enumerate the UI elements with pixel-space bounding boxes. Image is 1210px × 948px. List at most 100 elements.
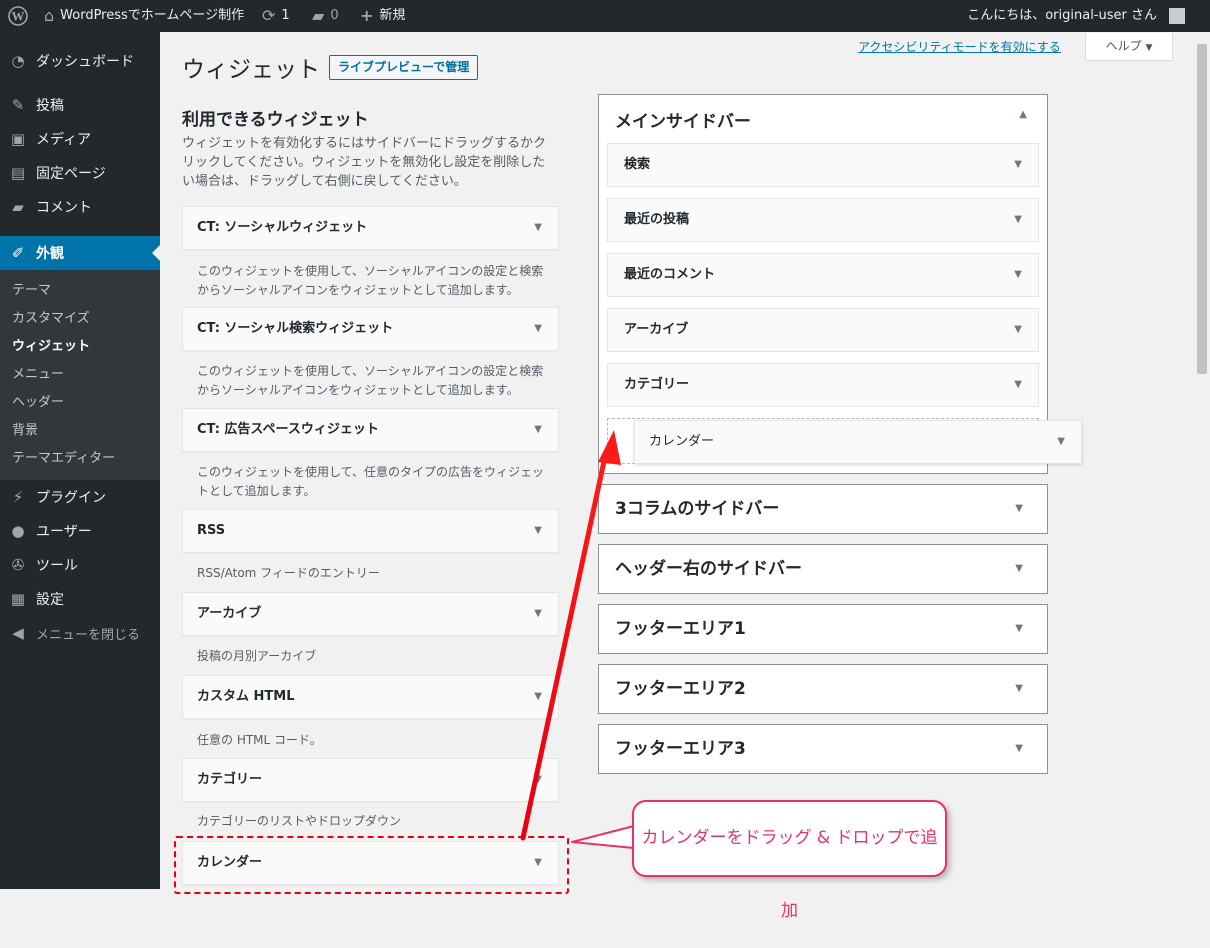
widget-title: カレンダー	[649, 434, 715, 449]
admin-bar: W ⌂ WordPressでホームページ制作 ⟳ 1 ▰ 0 + 新規 こんにち…	[0, 0, 1210, 32]
menu-label: 投稿	[36, 98, 64, 114]
submenu-widgets[interactable]: ウィジェット	[12, 333, 90, 361]
submenu-menus[interactable]: メニュー	[12, 361, 64, 389]
menu-users[interactable]: ● ユーザー	[0, 514, 160, 548]
widget-toggle-arrow-icon[interactable]: ▼	[1014, 144, 1022, 186]
live-preview-button[interactable]: ライブプレビューで管理	[329, 55, 479, 80]
submenu-header[interactable]: ヘッダー	[12, 389, 64, 417]
menu-comments[interactable]: ▰ コメント	[0, 190, 160, 224]
widget-toggle-arrow-icon[interactable]: ▼	[1014, 364, 1022, 406]
menu-media[interactable]: ▣ メディア	[0, 122, 160, 156]
sidebar-footer-2[interactable]: フッターエリア2 ▼	[598, 664, 1048, 714]
widget-title: CT: ソーシャルウィジェット	[197, 220, 368, 235]
widget-toggle-arrow-icon[interactable]: ▼	[534, 759, 542, 801]
dragging-widget-calendar[interactable]: カレンダー ▼	[634, 420, 1082, 464]
media-icon: ▣	[10, 130, 26, 148]
home-icon: ⌂	[44, 6, 55, 25]
widget-toggle-arrow-icon[interactable]: ▼	[1014, 309, 1022, 351]
sidebar-title[interactable]: メインサイドバー	[615, 107, 751, 132]
sidebar-footer-1[interactable]: フッターエリア1 ▼	[598, 604, 1048, 654]
submenu-customize[interactable]: カスタマイズ	[12, 305, 90, 333]
widget-description: このウィジェットを使用して、任意のタイプの広告をウィジェットとして追加します。	[197, 465, 545, 498]
my-account-link[interactable]: こんにちは、original-user さん	[967, 0, 1185, 32]
sidebar-header-right[interactable]: ヘッダー右のサイドバー ▼	[598, 544, 1048, 594]
expand-arrow-icon[interactable]: ▼	[1015, 485, 1023, 533]
widget-toggle-arrow-icon[interactable]: ▼	[1014, 254, 1022, 296]
widget-custom-html[interactable]: カスタム HTML ▼	[182, 675, 559, 719]
sidebar-title: フッターエリア1	[615, 619, 746, 639]
widget-title: CT: ソーシャル検索ウィジェット	[197, 321, 394, 336]
menu-appearance[interactable]: ✐ 外観	[0, 236, 160, 270]
sidebar-title: フッターエリア3	[615, 739, 746, 759]
widget-description: このウィジェットを使用して、ソーシャルアイコンの設定と検索からソーシャルアイコン…	[197, 264, 544, 297]
accessibility-mode-link[interactable]: アクセシビリティモードを有効にする	[858, 38, 1061, 55]
widget-ct-social-search[interactable]: CT: ソーシャル検索ウィジェット ▼	[182, 307, 559, 351]
sidebar-widget-categories[interactable]: カテゴリー ▼	[607, 363, 1039, 407]
site-name-link[interactable]: ⌂ WordPressでホームページ制作	[44, 0, 244, 32]
widget-archives[interactable]: アーカイブ ▼	[182, 592, 559, 636]
page-scrollbar[interactable]	[1195, 32, 1210, 889]
menu-plugins[interactable]: ⚡ プラグイン	[0, 480, 160, 514]
sidebar-footer-3[interactable]: フッターエリア3 ▼	[598, 724, 1048, 774]
sidebar-widget-recent-posts[interactable]: 最近の投稿 ▼	[607, 198, 1039, 242]
paintbrush-icon: ✐	[11, 244, 25, 262]
widget-toggle-arrow-icon[interactable]: ▼	[534, 676, 542, 718]
highlight-box	[174, 836, 569, 894]
menu-label: プラグイン	[36, 490, 106, 506]
settings-icon: ▦	[10, 590, 26, 608]
help-label: ヘルプ	[1105, 39, 1142, 53]
expand-arrow-icon[interactable]: ▼	[1015, 545, 1023, 593]
menu-posts[interactable]: ✎ 投稿	[0, 88, 160, 122]
plus-icon: +	[360, 6, 374, 25]
menu-dashboard[interactable]: ◔ ダッシュボード	[0, 44, 160, 78]
expand-arrow-icon[interactable]: ▼	[1015, 665, 1023, 713]
dashboard-icon: ◔	[11, 52, 25, 70]
widget-toggle-arrow-icon[interactable]: ▼	[534, 207, 542, 249]
widget-toggle-arrow-icon[interactable]: ▼	[534, 593, 542, 635]
scrollbar-thumb[interactable]	[1197, 44, 1207, 374]
menu-label: ツール	[36, 558, 78, 574]
expand-arrow-icon[interactable]: ▼	[1015, 725, 1023, 773]
widget-rss[interactable]: RSS ▼	[182, 509, 559, 553]
comment-icon: ▰	[12, 198, 24, 216]
available-widgets-heading: 利用できるウィジェット	[182, 110, 369, 130]
dropdown-arrow-icon: ▼	[1145, 43, 1153, 53]
submenu-themes[interactable]: テーマ	[12, 277, 51, 305]
help-button[interactable]: ヘルプ ▼	[1085, 33, 1173, 61]
avatar	[1169, 8, 1185, 24]
menu-pages[interactable]: ▤ 固定ページ	[0, 156, 160, 190]
wordpress-logo-icon[interactable]: W	[8, 0, 28, 32]
sidebar-widget-search[interactable]: 検索 ▼	[607, 143, 1039, 187]
widget-ct-ad-space[interactable]: CT: 広告スペースウィジェット ▼	[182, 408, 559, 452]
widget-toggle-arrow-icon[interactable]: ▼	[534, 409, 542, 451]
collapse-up-arrow-icon[interactable]: ▲	[1019, 109, 1027, 120]
widget-title: カスタム HTML	[197, 689, 295, 704]
expand-arrow-icon[interactable]: ▼	[1015, 605, 1023, 653]
widget-title: アーカイブ	[624, 322, 689, 337]
comments-link[interactable]: ▰ 0	[312, 0, 339, 32]
sidebar-widget-recent-comments[interactable]: 最近のコメント ▼	[607, 253, 1039, 297]
widget-toggle-arrow-icon[interactable]: ▼	[534, 510, 542, 552]
user-icon: ●	[11, 522, 25, 540]
new-label: 新規	[379, 8, 406, 23]
sidebar-widget-archives[interactable]: アーカイブ ▼	[607, 308, 1039, 352]
menu-label: ダッシュボード	[36, 54, 134, 70]
collapse-menu-button[interactable]: ◀ メニューを閉じる	[0, 616, 160, 650]
updates-link[interactable]: ⟳ 1	[262, 0, 290, 32]
widget-ct-social[interactable]: CT: ソーシャルウィジェット ▼	[182, 206, 559, 250]
submenu-theme-editor[interactable]: テーマエディター	[12, 445, 115, 473]
widget-toggle-arrow-icon[interactable]: ▼	[534, 308, 542, 350]
submenu-background[interactable]: 背景	[12, 417, 38, 445]
menu-tools[interactable]: ✇ ツール	[0, 548, 160, 582]
available-widgets-description: ウィジェットを有効化するにはサイドバーにドラッグするかクリックしてください。ウィ…	[182, 136, 547, 189]
widget-toggle-arrow-icon[interactable]: ▼	[1014, 199, 1022, 241]
widget-title: 最近の投稿	[624, 212, 690, 227]
new-content-link[interactable]: + 新規	[360, 0, 405, 32]
sidebar-3-column[interactable]: 3コラムのサイドバー ▼	[598, 484, 1048, 534]
admin-menu: ◔ ダッシュボード ✎ 投稿 ▣ メディア ▤ 固定ページ ▰ コメント ✐ 外観 テーマ …	[0, 32, 160, 889]
widget-toggle-arrow-icon: ▼	[1057, 436, 1065, 447]
menu-settings[interactable]: ▦ 設定	[0, 582, 160, 616]
callout-text: カレンダーをドラッグ & ドロップで追加	[641, 828, 938, 921]
widget-categories[interactable]: カテゴリー ▼	[182, 758, 559, 802]
plugin-icon: ⚡	[12, 488, 24, 506]
